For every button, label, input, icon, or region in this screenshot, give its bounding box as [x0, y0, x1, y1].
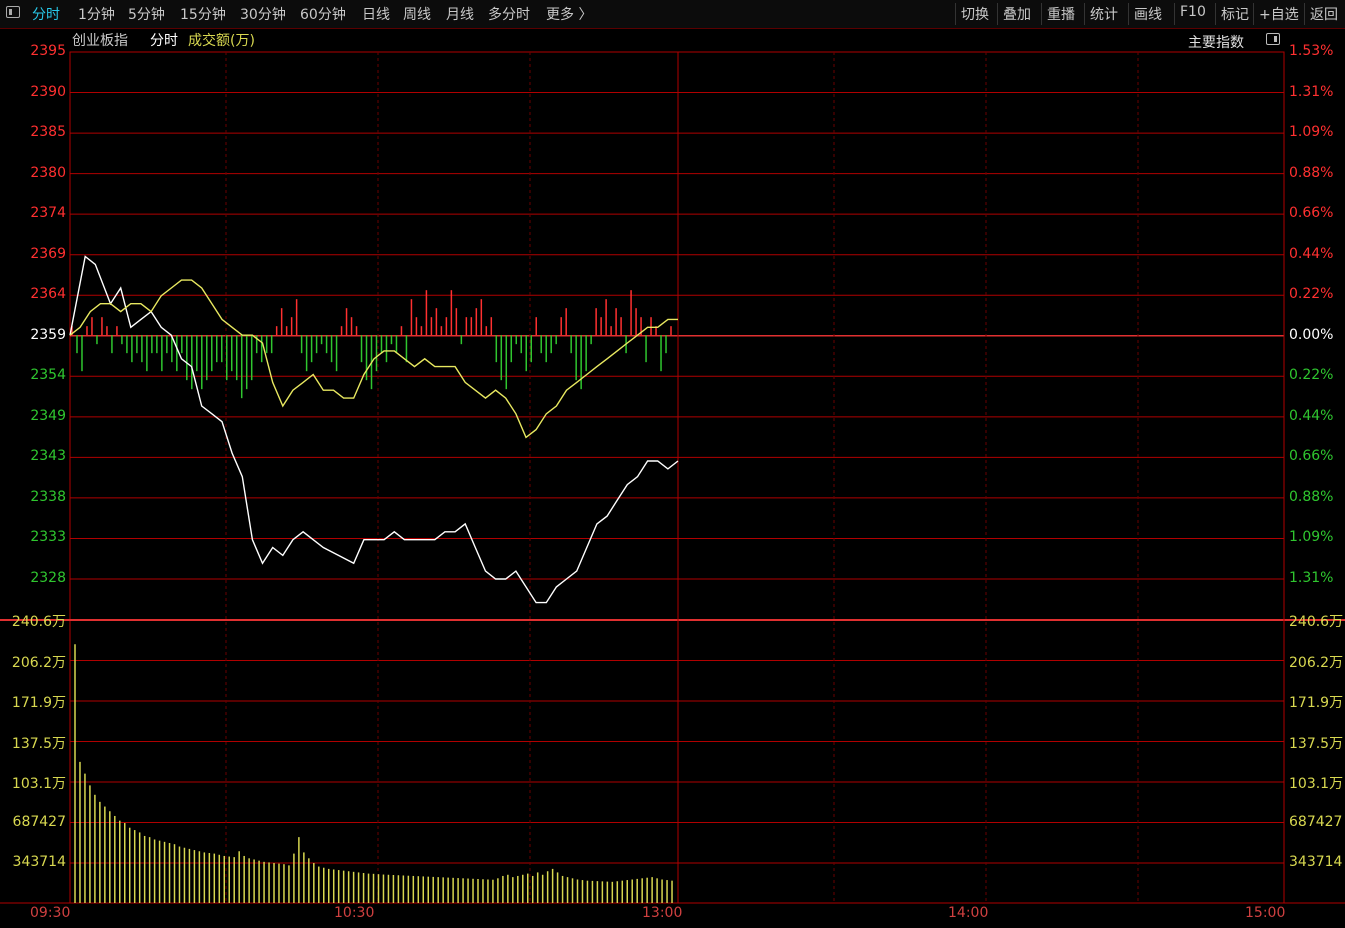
volume-tick-label-right: 171.9万: [1289, 695, 1344, 711]
price-tick-label: 2395: [30, 43, 66, 59]
price-tick-label: 2349: [30, 407, 66, 424]
volume-tick-label-right: 343714: [1289, 854, 1343, 870]
percent-tick-label: 1.31%: [1289, 83, 1334, 100]
time-tick-label: 14:00: [948, 905, 989, 921]
price-tick-label: 2328: [30, 570, 66, 586]
time-tick-label: 13:00: [642, 905, 683, 921]
volume-tick-label-right: 687427: [1289, 813, 1343, 830]
plot-frame: [69, 51, 1285, 904]
volume-tick-label-right: 137.5万: [1289, 735, 1344, 752]
price-tick-label: 2374: [30, 205, 66, 222]
percent-tick-label: 0.88%: [1289, 164, 1334, 181]
chart-canvas: [0, 51, 1345, 904]
price-tick-label: 2343: [30, 448, 66, 465]
volume-tick-label: 343714: [12, 854, 66, 870]
time-tick-label: 09:30: [30, 905, 71, 921]
percent-tick-label: 0.44%: [1289, 245, 1334, 262]
percent-tick-label: 1.31%: [1289, 570, 1334, 586]
percent-tick-label: 0.66%: [1289, 205, 1334, 222]
volume-indicator-label: 成交额(万): [188, 33, 255, 49]
price-tick-label: 2354: [30, 367, 66, 384]
mode-label: 分时: [150, 33, 178, 49]
volume-tick-label-right: 206.2万: [1289, 654, 1344, 671]
percent-tick-label: 0.44%: [1289, 407, 1334, 424]
percent-tick-label: 0.00%: [1289, 326, 1334, 343]
price-tick-label: 2380: [30, 164, 66, 181]
volume-tick-label-right: 240.6万: [1289, 614, 1344, 630]
volume-tick-label: 137.5万: [11, 735, 66, 752]
volume-tick-label: 103.1万: [11, 776, 66, 792]
price-tick-label: 2364: [30, 286, 66, 303]
volume-tick-label-right: 103.1万: [1289, 776, 1344, 792]
price-tick-label: 2333: [30, 529, 66, 546]
volume-tick-label: 171.9万: [11, 695, 66, 711]
volume-tick-label: 687427: [12, 813, 66, 830]
price-tick-label: 2390: [30, 83, 66, 100]
percent-tick-label: 0.22%: [1289, 367, 1334, 384]
index-name: 创业板指: [72, 33, 128, 49]
price-tick-label: 2369: [30, 245, 66, 262]
percent-tick-label: 0.22%: [1289, 286, 1334, 303]
percent-tick-label: 0.66%: [1289, 448, 1334, 465]
panel-toggle-icon[interactable]: [1266, 33, 1280, 45]
volume-tick-label: 240.6万: [11, 614, 66, 630]
price-tick-label: 2338: [30, 488, 66, 505]
percent-tick-label: 1.09%: [1289, 529, 1334, 546]
time-tick-label: 10:30: [334, 905, 375, 921]
percent-tick-label: 0.88%: [1289, 488, 1334, 505]
time-tick-label: 15:00: [1245, 905, 1286, 921]
percent-tick-label: 1.09%: [1289, 124, 1334, 141]
price-tick-label: 2359: [30, 326, 66, 343]
price-tick-label: 2385: [30, 124, 66, 141]
price-line: [69, 255, 679, 604]
main-index-label[interactable]: 主要指数: [1188, 32, 1244, 52]
percent-tick-label: 1.53%: [1289, 43, 1334, 59]
volume-tick-label: 206.2万: [11, 654, 66, 671]
